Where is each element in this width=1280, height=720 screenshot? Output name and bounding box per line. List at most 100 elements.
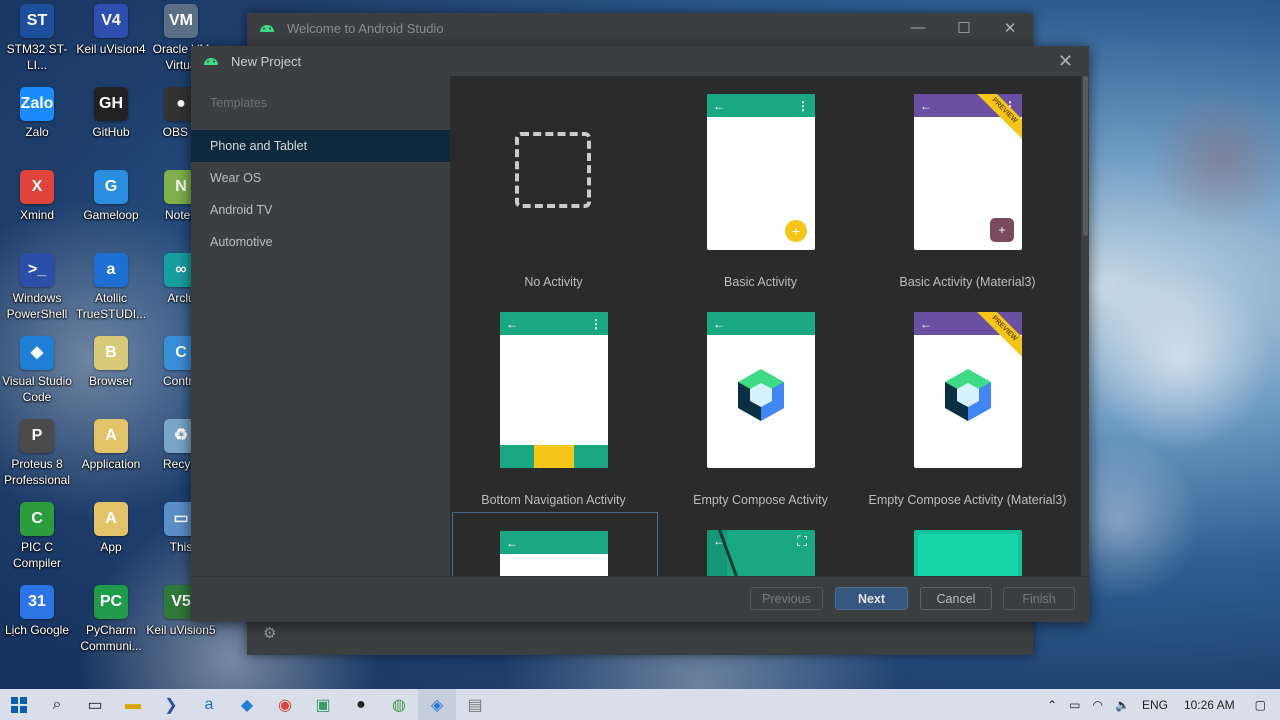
template-label: Empty Compose Activity (Material3) xyxy=(868,493,1067,507)
desktop-icon[interactable]: B Browser xyxy=(72,336,150,389)
android-logo-icon xyxy=(259,21,275,36)
close-icon[interactable]: ✕ xyxy=(1058,51,1073,72)
app-icon: B xyxy=(94,336,128,370)
app-icon: a xyxy=(94,253,128,287)
android-studio-icon[interactable]: ◈ xyxy=(418,689,456,720)
minimize-icon[interactable]: — xyxy=(895,19,941,37)
template-scrollbar-thumb[interactable] xyxy=(1083,76,1088,236)
desktop-icon[interactable]: A App xyxy=(72,502,150,555)
back-arrow-icon: ← xyxy=(506,535,518,550)
template-label: Bottom Navigation Activity xyxy=(481,493,626,507)
app-icon: ◆ xyxy=(20,336,54,370)
app-bar: ← ⋮ xyxy=(707,94,815,117)
desktop-icon[interactable]: A Application xyxy=(72,419,150,472)
maximize-icon[interactable]: ☐ xyxy=(941,19,987,37)
category-wear-os[interactable]: Wear OS xyxy=(191,162,450,194)
overflow-menu-icon: ⋮ xyxy=(797,98,809,113)
category-phone-and-tablet[interactable]: Phone and Tablet xyxy=(191,130,450,162)
desktop-icon-label: Visual Studio Code xyxy=(2,374,72,404)
desktop-icon[interactable]: P Proteus 8 Professional xyxy=(0,419,76,488)
cancel-button[interactable]: Cancel xyxy=(920,587,992,610)
jetpack-compose-icon xyxy=(945,369,991,421)
gear-icon[interactable]: ⚙ xyxy=(263,624,276,642)
next-button[interactable]: Next xyxy=(835,587,908,610)
language-indicator[interactable]: ENG xyxy=(1142,698,1168,712)
file-explorer-icon[interactable]: ▬ xyxy=(114,689,152,720)
app-icon: Zalo xyxy=(20,87,54,121)
notification-icon[interactable]: ▢ xyxy=(1255,698,1266,712)
template-categories-panel: Templates Phone and Tablet Wear OS Andro… xyxy=(191,76,450,576)
welcome-title: Welcome to Android Studio xyxy=(287,20,444,36)
template-no-activity[interactable]: No Activity xyxy=(450,76,657,294)
vscode-icon[interactable]: ◆ xyxy=(228,689,266,720)
phone-preview: ← ⋮ xyxy=(500,312,608,468)
template-card-game[interactable] xyxy=(864,512,1071,576)
template-card-fullscreen[interactable]: ← ⛶ xyxy=(657,512,864,576)
desktop-icon[interactable]: 31 Lịch Google xyxy=(0,585,76,638)
windows-start-icon[interactable] xyxy=(0,689,38,720)
dialog-titlebar: New Project ✕ xyxy=(191,46,1089,76)
desktop-icon-label: STM32 ST-LI... xyxy=(6,42,68,72)
back-arrow-icon: ← xyxy=(713,316,725,331)
battery-icon[interactable]: ▭ xyxy=(1069,698,1080,712)
app-icon-gray[interactable]: ▤ xyxy=(456,689,494,720)
chevron-up-icon[interactable]: ⌃ xyxy=(1047,698,1057,712)
back-arrow-icon: ← xyxy=(920,316,932,331)
phone-preview: ← ⋮ PREVIEW + xyxy=(914,94,1022,250)
previous-button[interactable]: Previous xyxy=(750,587,823,610)
template-label: Basic Activity (Material3) xyxy=(899,275,1036,289)
category-android-tv[interactable]: Android TV xyxy=(191,194,450,226)
template-basic-activity-material3[interactable]: ← ⋮ PREVIEW + Basic Activity (Material3) xyxy=(864,76,1071,294)
app-icon: PC xyxy=(94,585,128,619)
finish-button[interactable]: Finish xyxy=(1003,587,1075,610)
desktop-icon-label: GitHub xyxy=(92,125,130,139)
overflow-menu-icon: ⋮ xyxy=(590,316,602,331)
back-arrow-icon: ← xyxy=(713,534,725,548)
app-icon[interactable]: ▣ xyxy=(304,689,342,720)
task-view-icon[interactable]: ▭ xyxy=(76,689,114,720)
jetpack-compose-icon xyxy=(738,369,784,421)
desktop-icon[interactable]: X Xmind xyxy=(0,170,76,223)
app-icon: 31 xyxy=(20,585,54,619)
network-icon[interactable]: ◠ xyxy=(1093,698,1103,712)
desktop-icon[interactable]: a Atollic TrueSTUDI... xyxy=(72,253,150,322)
app-icon: >_ xyxy=(20,253,54,287)
desktop-icon[interactable]: GH GitHub xyxy=(72,87,150,140)
app-icon-green[interactable]: ◍ xyxy=(380,689,418,720)
powershell-icon[interactable]: ❯ xyxy=(152,689,190,720)
desktop-icon[interactable]: G Gameloop xyxy=(72,170,150,223)
desktop-icon[interactable]: PC PyCharm Communi... xyxy=(72,585,150,654)
volume-icon[interactable]: 🔈 xyxy=(1115,698,1130,712)
obs-icon[interactable]: ● xyxy=(342,689,380,720)
desktop-icon[interactable]: ST STM32 ST-LI... xyxy=(0,4,76,73)
phone-preview xyxy=(914,530,1022,576)
app-icon: G xyxy=(94,170,128,204)
bottom-nav-bar xyxy=(500,445,608,468)
new-project-dialog: New Project ✕ Templates Phone and Tablet… xyxy=(191,46,1089,622)
search-icon[interactable]: ⌕ xyxy=(38,689,76,720)
category-automotive[interactable]: Automotive xyxy=(191,226,450,258)
app-icon: V4 xyxy=(94,4,128,38)
template-bottom-navigation-activity[interactable]: ← ⋮ Bottom Navigation Activity xyxy=(450,294,657,512)
template-empty-compose-activity-material3[interactable]: ← PREVIEW Empty Compose Activity (Materi… xyxy=(864,294,1071,512)
template-card-selected[interactable]: ← xyxy=(452,512,658,576)
desktop-icon[interactable]: V4 Keil uVision4 xyxy=(72,4,150,57)
desktop-icon[interactable]: ◆ Visual Studio Code xyxy=(0,336,76,405)
template-empty-compose-activity[interactable]: ← Empty Compose Activity xyxy=(657,294,864,512)
template-basic-activity[interactable]: ← ⋮ + Basic Activity xyxy=(657,76,864,294)
desktop-icon-label: Atollic TrueSTUDI... xyxy=(75,291,147,321)
close-icon[interactable]: ✕ xyxy=(987,19,1033,37)
atollic-icon[interactable]: a xyxy=(190,689,228,720)
desktop-icon-label: Lịch Google xyxy=(4,623,70,637)
phone-preview: ← ⛶ xyxy=(707,530,815,576)
desktop-icon[interactable]: >_ Windows PowerShell xyxy=(0,253,76,322)
clock[interactable]: 10:26 AM xyxy=(1184,698,1235,712)
desktop-icon[interactable]: C PIC C Compiler xyxy=(0,502,76,571)
chrome-icon[interactable]: ◉ xyxy=(266,689,304,720)
fab-plus-icon: + xyxy=(990,218,1014,242)
back-arrow-icon: ← xyxy=(506,316,518,331)
desktop-icon-label: PIC C Compiler xyxy=(12,540,61,570)
app-icon: GH xyxy=(94,87,128,121)
app-icon: C xyxy=(20,502,54,536)
desktop-icon[interactable]: Zalo Zalo xyxy=(0,87,76,140)
